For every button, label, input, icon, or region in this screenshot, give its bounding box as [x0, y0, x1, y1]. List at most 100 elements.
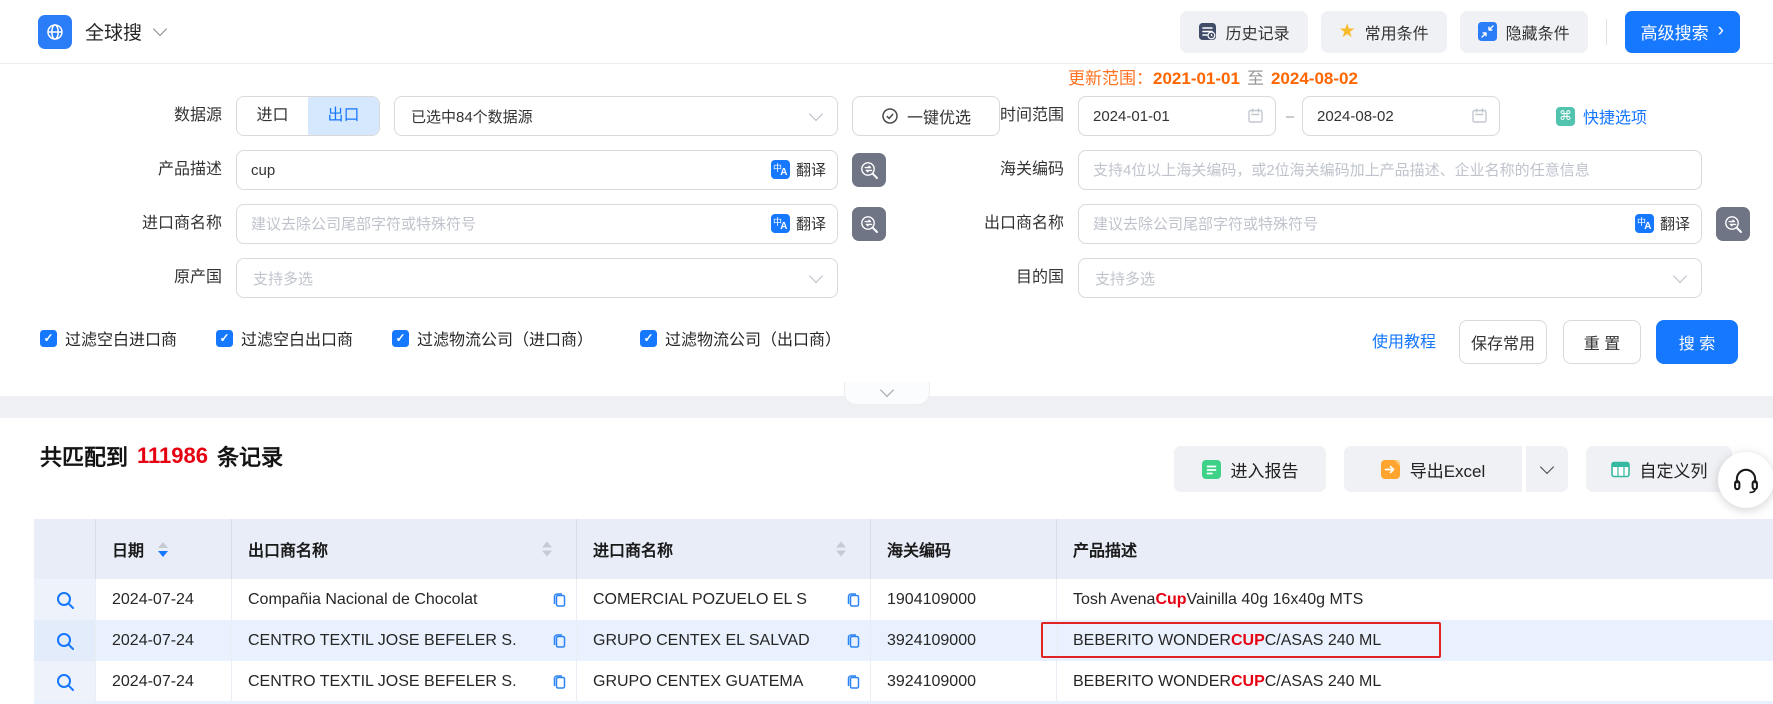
tutorial-link[interactable]: 使用教程	[1372, 322, 1436, 364]
translate-search-icon-button[interactable]	[1716, 207, 1750, 241]
collapse-form-tab[interactable]	[844, 382, 930, 405]
exporter-cell: CENTRO TEXTIL JOSE BEFELER S.	[232, 661, 577, 702]
export-excel-dropdown-button[interactable]	[1524, 446, 1568, 492]
favorites-label: 常用条件	[1365, 20, 1429, 44]
copy-icon[interactable]	[551, 632, 568, 649]
copy-icon[interactable]	[845, 591, 862, 608]
hs-code-cell: 3924109000	[871, 620, 1057, 661]
datasource-select[interactable]: 已选中84个数据源	[394, 96, 838, 136]
filter-blank-exporter[interactable]: ✓ 过滤空白出口商	[216, 326, 353, 350]
date-cell: 2024-07-24	[96, 620, 232, 661]
exporter-name-label: 出口商名称	[910, 204, 1064, 244]
app-brand[interactable]: 全球搜	[38, 15, 165, 49]
calendar-icon[interactable]	[1471, 107, 1488, 129]
translate-search-icon-button[interactable]	[852, 153, 886, 187]
product-desc-input[interactable]	[236, 150, 838, 190]
chevron-right-icon: ›	[1718, 21, 1724, 40]
history-label: 历史记录	[1226, 20, 1290, 44]
magnifier-icon[interactable]	[55, 672, 75, 692]
magnifier-icon[interactable]	[55, 590, 75, 610]
sort-icons[interactable]	[836, 542, 846, 557]
row-detail-cell	[34, 579, 96, 620]
advanced-search-label: 高级搜索	[1641, 19, 1709, 44]
filter-blank-importer[interactable]: ✓ 过滤空白进口商	[40, 326, 177, 350]
header-exporter[interactable]: 出口商名称	[232, 519, 577, 579]
importer-name-label: 进口商名称	[40, 204, 222, 244]
datasource-label: 数据源	[40, 96, 222, 136]
copy-icon[interactable]	[551, 591, 568, 608]
history-button[interactable]: 历史记录	[1180, 11, 1308, 53]
results-table: 日期 出口商名称 进口商名称 海关编码 产品描述	[34, 519, 1773, 702]
results-count: 111986	[137, 443, 208, 469]
translate-search-icon-button[interactable]	[852, 207, 886, 241]
copy-icon[interactable]	[845, 673, 862, 690]
tab-export[interactable]: 出口	[308, 97, 379, 135]
sort-icons[interactable]	[542, 542, 552, 557]
importer-cell: GRUPO CENTEX GUATEMA	[577, 661, 871, 702]
filter-label: 过滤物流公司（出口商）	[665, 326, 841, 350]
advanced-search-button[interactable]: 高级搜索 ›	[1625, 11, 1740, 53]
favorites-button[interactable]: ★ 常用条件	[1321, 11, 1447, 53]
datasource-selected-text: 已选中84个数据源	[411, 106, 533, 127]
header-hs-code: 海关编码	[871, 519, 1057, 579]
origin-country-select[interactable]: 支持多选	[236, 258, 838, 298]
save-common-button[interactable]: 保存常用	[1459, 320, 1547, 364]
tab-import[interactable]: 进口	[237, 97, 308, 135]
copy-icon[interactable]	[551, 673, 568, 690]
importer-name-input[interactable]	[236, 204, 838, 244]
date-range-separator: –	[1282, 96, 1298, 136]
custom-columns-button[interactable]: 自定义列	[1586, 446, 1732, 492]
table-header-row: 日期 出口商名称 进口商名称 海关编码 产品描述	[34, 519, 1773, 579]
translate-button[interactable]: 中A 翻译	[1635, 213, 1690, 234]
customer-support-button[interactable]	[1718, 452, 1773, 508]
importer-cell: COMERCIAL POZUELO EL S	[577, 579, 871, 620]
translate-button[interactable]: 中A 翻译	[771, 159, 826, 180]
date-end-wrap	[1302, 96, 1500, 136]
filter-logistics-exporter[interactable]: ✓ 过滤物流公司（出口商）	[640, 326, 841, 350]
row-detail-cell	[34, 661, 96, 702]
hs-code-wrap	[1078, 150, 1702, 190]
keyword-highlight: CUP	[1231, 673, 1265, 691]
export-excel-button[interactable]: 导出Excel	[1344, 446, 1522, 492]
checkbox-checked-icon[interactable]: ✓	[40, 330, 57, 347]
dest-country-select[interactable]: 支持多选	[1078, 258, 1702, 298]
header-importer[interactable]: 进口商名称	[577, 519, 871, 579]
translate-icon: 中A	[1635, 214, 1654, 233]
exporter-name-input[interactable]	[1078, 204, 1702, 244]
reset-button[interactable]: 重 置	[1563, 320, 1641, 364]
date-cell: 2024-07-24	[96, 579, 232, 620]
header-product-desc: 产品描述	[1057, 519, 1773, 579]
calendar-icon[interactable]	[1247, 107, 1264, 129]
filter-logistics-importer[interactable]: ✓ 过滤物流公司（进口商）	[392, 326, 593, 350]
checkbox-checked-icon[interactable]: ✓	[216, 330, 233, 347]
enter-report-button[interactable]: 进入报告	[1174, 446, 1326, 492]
update-range-from: 2021-01-01	[1153, 69, 1240, 88]
headset-icon	[1731, 465, 1761, 495]
collapse-icon	[1478, 22, 1497, 41]
chevron-down-icon	[809, 268, 823, 282]
command-icon: ⌘	[1556, 107, 1575, 126]
table-row: 2024-07-24 CENTRO TEXTIL JOSE BEFELER S.…	[34, 661, 1773, 702]
circle-check-icon	[881, 107, 899, 125]
translate-button[interactable]: 中A 翻译	[771, 213, 826, 234]
quick-options-link[interactable]: ⌘ 快捷选项	[1556, 96, 1647, 136]
global-search-page: 全球搜 历史记录 ★ 常用条件 隐藏条件 高级搜索	[0, 0, 1773, 704]
checkbox-checked-icon[interactable]: ✓	[392, 330, 409, 347]
sort-icons[interactable]	[158, 542, 168, 557]
report-icon	[1202, 460, 1221, 479]
dest-country-label: 目的国	[910, 258, 1064, 298]
dest-country-placeholder: 支持多选	[1095, 268, 1155, 289]
results-summary: 共匹配到 111986 条记录	[40, 440, 283, 472]
search-button[interactable]: 搜 索	[1656, 320, 1738, 364]
update-range-joiner: 至	[1247, 69, 1264, 88]
magnifier-icon[interactable]	[55, 631, 75, 651]
copy-icon[interactable]	[845, 632, 862, 649]
checkbox-checked-icon[interactable]: ✓	[640, 330, 657, 347]
topbar: 全球搜 历史记录 ★ 常用条件 隐藏条件 高级搜索	[0, 0, 1773, 64]
hide-conditions-button[interactable]: 隐藏条件	[1460, 11, 1588, 53]
app-switcher-chevron-icon[interactable]	[153, 22, 167, 36]
summary-suffix: 条记录	[217, 440, 283, 472]
hs-code-input[interactable]	[1078, 150, 1702, 190]
header-date[interactable]: 日期	[96, 519, 232, 579]
keyword-highlight: CUP	[1231, 632, 1265, 650]
